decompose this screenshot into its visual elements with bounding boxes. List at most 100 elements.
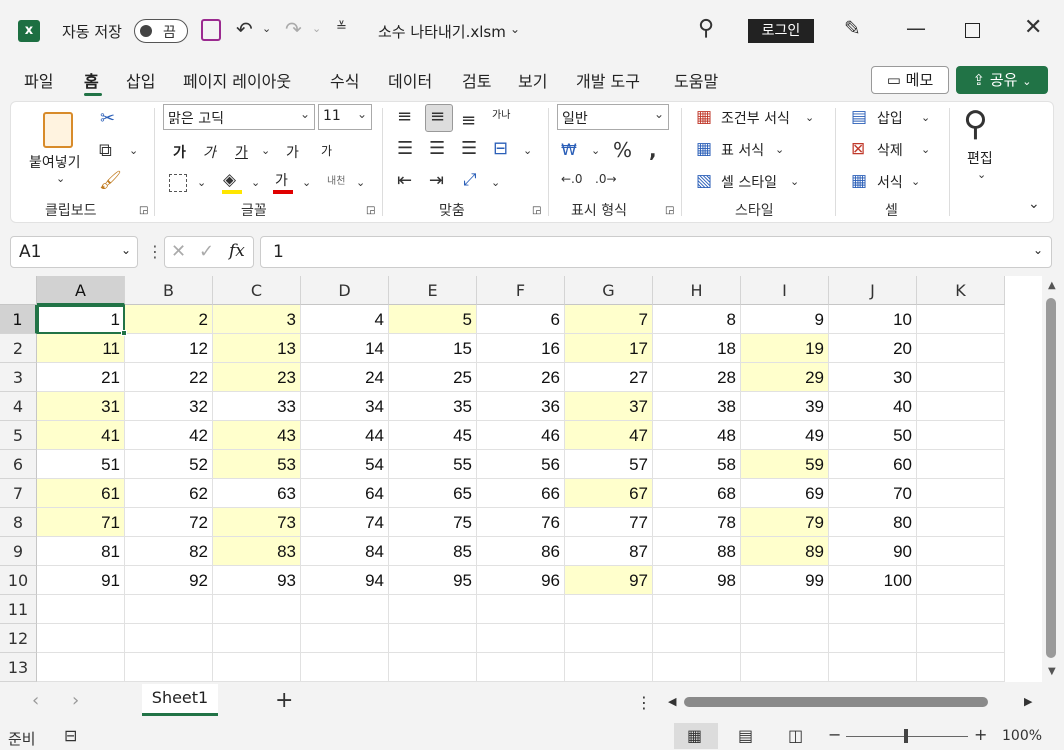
cell-k13[interactable] (917, 653, 1005, 682)
format-cells-button[interactable]: 서식 (877, 172, 903, 192)
name-box[interactable]: A1 ⌄ (10, 236, 138, 268)
cell-c13[interactable] (213, 653, 301, 682)
alignment-launcher-icon[interactable]: ◲ (532, 205, 541, 216)
align-bottom-icon[interactable]: ≡ (461, 110, 476, 131)
customize-toolbar-icon[interactable]: ≚ (336, 20, 347, 35)
cell-k12[interactable] (917, 624, 1005, 653)
row-header-5[interactable]: 5 (0, 421, 37, 450)
prev-sheet-icon[interactable]: ‹ (32, 690, 39, 711)
cell-e7[interactable]: 65 (389, 479, 477, 508)
share-button[interactable]: ⇪ 공유 ⌄ (956, 66, 1048, 94)
underline-dropdown-icon[interactable]: ⌄ (261, 144, 270, 157)
cell-e10[interactable]: 95 (389, 566, 477, 595)
cell-g6[interactable]: 57 (565, 450, 653, 479)
cell-a3[interactable]: 21 (37, 363, 125, 392)
cell-b13[interactable] (125, 653, 213, 682)
tab-insert[interactable]: 삽입 (126, 68, 155, 92)
undo-dropdown-icon[interactable]: ⌄ (262, 22, 271, 35)
designer-icon[interactable]: ✎ (844, 16, 861, 40)
cell-i6[interactable]: 59 (741, 450, 829, 479)
page-break-view-icon[interactable]: ◫ (788, 726, 803, 745)
scroll-down-icon[interactable]: ▼ (1048, 666, 1056, 677)
cell-f13[interactable] (477, 653, 565, 682)
bold-button[interactable]: 가 (173, 142, 186, 162)
cell-e4[interactable]: 35 (389, 392, 477, 421)
font-name-select[interactable]: 맑은 고딕 ⌄ (163, 104, 315, 130)
cell-e12[interactable] (389, 624, 477, 653)
cut-icon[interactable]: ✂ (100, 108, 115, 129)
row-header-10[interactable]: 10 (0, 566, 37, 595)
cell-d13[interactable] (301, 653, 389, 682)
cell-b5[interactable]: 42 (125, 421, 213, 450)
format-as-table-button[interactable]: 표 서식 (721, 140, 764, 160)
conditional-format-dropdown-icon[interactable]: ⌄ (805, 111, 814, 124)
cell-g3[interactable]: 27 (565, 363, 653, 392)
more-options-icon[interactable]: ⋮ (147, 242, 163, 261)
comments-button[interactable]: ▭ 메모 (871, 66, 949, 94)
cell-j11[interactable] (829, 595, 917, 624)
cell-j5[interactable]: 50 (829, 421, 917, 450)
cell-c3[interactable]: 23 (213, 363, 301, 392)
cell-e5[interactable]: 45 (389, 421, 477, 450)
select-all-corner[interactable] (0, 276, 37, 305)
cell-i11[interactable] (741, 595, 829, 624)
cell-c2[interactable]: 13 (213, 334, 301, 363)
format-cells-icon[interactable]: ▦ (851, 171, 867, 191)
fill-color-dropdown-icon[interactable]: ⌄ (251, 176, 260, 189)
tab-help[interactable]: 도움말 (674, 68, 718, 92)
cell-b1[interactable]: 2 (125, 305, 213, 334)
redo-icon[interactable]: ↷ (285, 17, 302, 41)
cell-h9[interactable]: 88 (653, 537, 741, 566)
close-icon[interactable]: ✕ (1024, 15, 1042, 40)
row-header-6[interactable]: 6 (0, 450, 37, 479)
cell-d11[interactable] (301, 595, 389, 624)
cell-i2[interactable]: 19 (741, 334, 829, 363)
column-header-b[interactable]: B (125, 276, 213, 305)
cell-c5[interactable]: 43 (213, 421, 301, 450)
cell-b7[interactable]: 62 (125, 479, 213, 508)
column-header-a[interactable]: A (37, 276, 125, 305)
accessibility-icon[interactable]: ⊟ (64, 726, 77, 745)
cell-c7[interactable]: 63 (213, 479, 301, 508)
column-header-c[interactable]: C (213, 276, 301, 305)
column-header-k[interactable]: K (917, 276, 1005, 305)
tab-file[interactable]: 파일 (24, 68, 53, 92)
zoom-level[interactable]: 100% (1002, 728, 1042, 744)
conditional-format-icon[interactable]: ▦ (696, 107, 712, 127)
filename-chevron-icon[interactable]: ⌄ (510, 22, 520, 36)
format-painter-icon[interactable]: 🖌 (99, 170, 122, 191)
maximize-icon[interactable] (965, 23, 980, 38)
zoom-out-icon[interactable]: − (828, 725, 841, 744)
cell-j9[interactable]: 90 (829, 537, 917, 566)
horizontal-scroll-thumb[interactable] (684, 697, 988, 707)
cell-a11[interactable] (37, 595, 125, 624)
tab-page-layout[interactable]: 페이지 레이아웃 (183, 68, 291, 92)
cell-h2[interactable]: 18 (653, 334, 741, 363)
cell-h13[interactable] (653, 653, 741, 682)
delete-cells-dropdown-icon[interactable]: ⌄ (921, 143, 930, 156)
cell-i3[interactable]: 29 (741, 363, 829, 392)
redo-dropdown-icon[interactable]: ⌄ (312, 22, 321, 35)
shrink-font-button[interactable]: 가 (321, 142, 332, 159)
zoom-in-icon[interactable]: + (974, 725, 987, 744)
cell-j13[interactable] (829, 653, 917, 682)
scroll-left-icon[interactable]: ◀ (668, 695, 676, 708)
cell-b9[interactable]: 82 (125, 537, 213, 566)
insert-cells-dropdown-icon[interactable]: ⌄ (921, 111, 930, 124)
tab-developer[interactable]: 개발 도구 (576, 68, 640, 92)
decrease-indent-icon[interactable]: ⇤ (397, 170, 412, 191)
copy-dropdown-icon[interactable]: ⌄ (129, 144, 138, 157)
cell-b12[interactable] (125, 624, 213, 653)
autosave-toggle[interactable]: 끔 (134, 19, 188, 43)
column-header-h[interactable]: H (653, 276, 741, 305)
cell-k2[interactable] (917, 334, 1005, 363)
cell-i7[interactable]: 69 (741, 479, 829, 508)
cell-h12[interactable] (653, 624, 741, 653)
cell-f12[interactable] (477, 624, 565, 653)
cell-g8[interactable]: 77 (565, 508, 653, 537)
cell-d2[interactable]: 14 (301, 334, 389, 363)
cell-f8[interactable]: 76 (477, 508, 565, 537)
cell-g13[interactable] (565, 653, 653, 682)
column-header-i[interactable]: I (741, 276, 829, 305)
cell-f2[interactable]: 16 (477, 334, 565, 363)
